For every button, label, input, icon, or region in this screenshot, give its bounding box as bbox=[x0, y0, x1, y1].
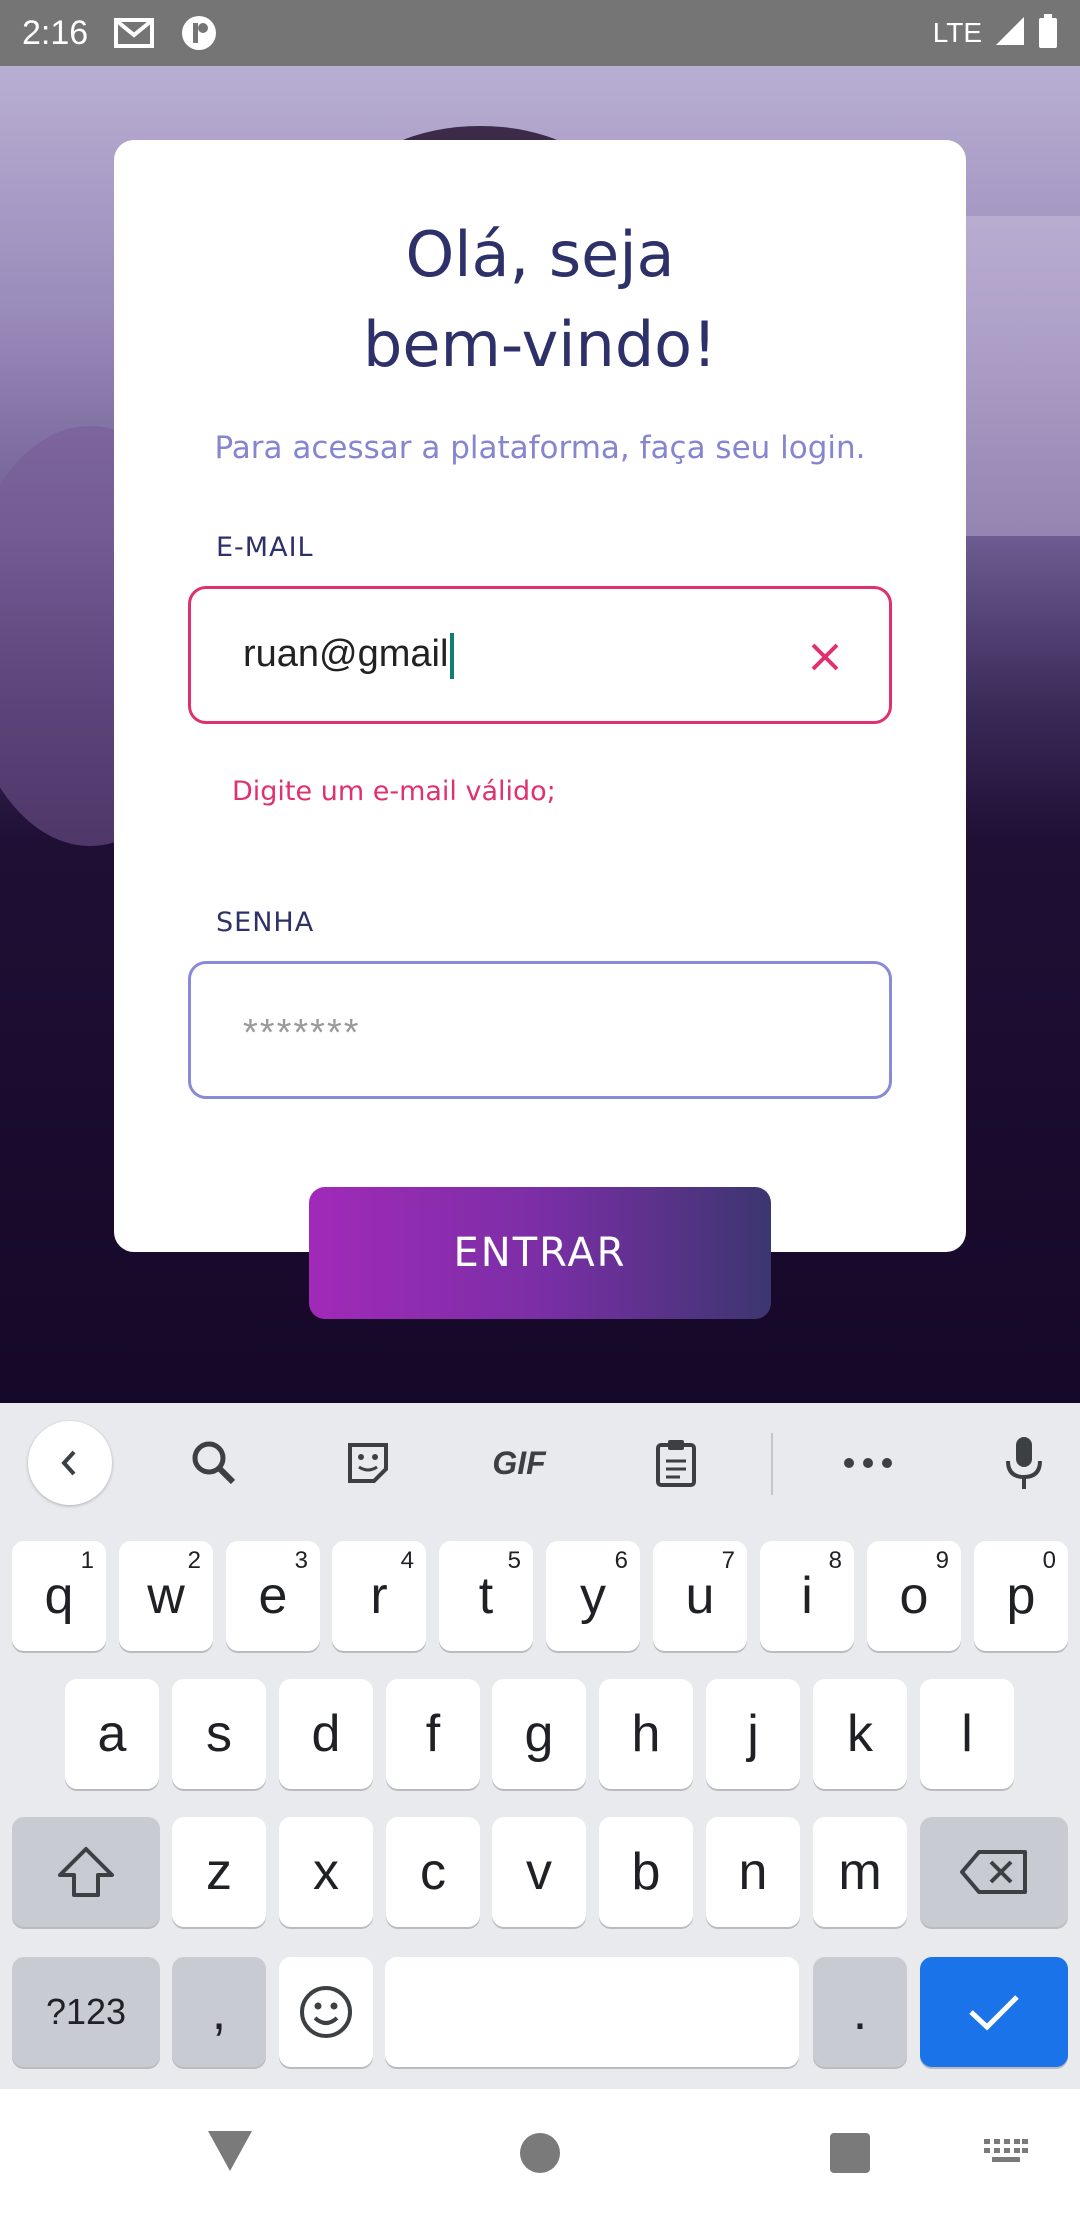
backspace-key[interactable] bbox=[920, 1817, 1068, 1927]
key-c[interactable]: c bbox=[386, 1817, 480, 1927]
title-line-2: bem-vindo! bbox=[363, 308, 717, 381]
more-options-icon[interactable] bbox=[836, 1421, 900, 1505]
key-g[interactable]: g bbox=[492, 1679, 586, 1789]
keyboard-toolbar: GIF bbox=[0, 1403, 1080, 1523]
key-i[interactable]: i8 bbox=[760, 1541, 854, 1651]
sticker-icon[interactable] bbox=[336, 1421, 400, 1505]
gif-button[interactable]: GIF bbox=[482, 1421, 556, 1505]
recents-nav-icon[interactable] bbox=[829, 2132, 871, 2179]
key-b[interactable]: b bbox=[599, 1817, 693, 1927]
shift-icon bbox=[58, 1847, 114, 1897]
shift-key[interactable] bbox=[12, 1817, 160, 1927]
key-x[interactable]: x bbox=[279, 1817, 373, 1927]
key-r[interactable]: r4 bbox=[332, 1541, 426, 1651]
key-a[interactable]: a bbox=[65, 1679, 159, 1789]
toolbar-divider bbox=[771, 1433, 773, 1495]
key-k[interactable]: k bbox=[813, 1679, 907, 1789]
soft-keyboard: GIF q1 w2 e3 r4 t5 y6 u7 i8 o9 p0 a s d … bbox=[0, 1403, 1080, 2089]
key-d[interactable]: d bbox=[279, 1679, 373, 1789]
symbols-key[interactable]: ?123 bbox=[12, 1957, 160, 2067]
emoji-key[interactable] bbox=[279, 1957, 373, 2067]
backspace-icon bbox=[960, 1850, 1027, 1894]
home-nav-icon[interactable] bbox=[519, 2132, 561, 2179]
login-button[interactable]: ENTRAR bbox=[309, 1187, 771, 1319]
login-subtitle: Para acessar a plataforma, faça seu logi… bbox=[214, 430, 866, 466]
password-label: SENHA bbox=[216, 907, 315, 938]
key-e[interactable]: e3 bbox=[226, 1541, 320, 1651]
key-f[interactable]: f bbox=[386, 1679, 480, 1789]
signal-icon bbox=[994, 15, 1026, 52]
text-caret bbox=[450, 633, 455, 679]
key-v[interactable]: v bbox=[492, 1817, 586, 1927]
back-nav-icon[interactable] bbox=[206, 2129, 254, 2178]
emoji-icon bbox=[300, 1986, 352, 2038]
space-bar[interactable] bbox=[385, 1957, 799, 2067]
keyboard-switch-icon[interactable] bbox=[984, 2139, 1028, 2172]
clipboard-icon[interactable] bbox=[644, 1421, 708, 1505]
comma-key[interactable]: , bbox=[172, 1957, 266, 2067]
battery-icon bbox=[1038, 13, 1058, 53]
key-w[interactable]: w2 bbox=[119, 1541, 213, 1651]
network-type: LTE bbox=[932, 17, 982, 48]
gmail-icon bbox=[114, 17, 155, 49]
login-card: Olá, seja bem-vindo! Para acessar a plat… bbox=[114, 140, 966, 1252]
key-m[interactable]: m bbox=[813, 1817, 907, 1927]
status-time: 2:16 bbox=[22, 13, 89, 52]
title-line-1: Olá, seja bbox=[405, 218, 675, 291]
key-o[interactable]: o9 bbox=[867, 1541, 961, 1651]
search-icon[interactable] bbox=[182, 1421, 246, 1505]
done-key[interactable] bbox=[920, 1957, 1068, 2067]
key-u[interactable]: u7 bbox=[653, 1541, 747, 1651]
navigation-bar bbox=[0, 2089, 1080, 2220]
period-key[interactable]: . bbox=[813, 1957, 907, 2067]
status-bar: 2:16 LTE bbox=[0, 0, 1080, 66]
key-h[interactable]: h bbox=[599, 1679, 693, 1789]
email-label: E-MAIL bbox=[216, 532, 314, 563]
key-t[interactable]: t5 bbox=[439, 1541, 533, 1651]
key-y[interactable]: y6 bbox=[546, 1541, 640, 1651]
password-field[interactable]: ******* bbox=[188, 961, 892, 1099]
key-p[interactable]: p0 bbox=[974, 1541, 1068, 1651]
key-q[interactable]: q1 bbox=[12, 1541, 106, 1651]
email-value[interactable]: ruan@gmail bbox=[243, 633, 455, 679]
keyboard-back-button[interactable] bbox=[28, 1421, 112, 1505]
key-z[interactable]: z bbox=[172, 1817, 266, 1927]
key-n[interactable]: n bbox=[706, 1817, 800, 1927]
app-notification-icon bbox=[180, 14, 218, 52]
checkmark-icon bbox=[969, 1995, 1019, 2031]
key-l[interactable]: l bbox=[920, 1679, 1014, 1789]
page-title: Olá, seja bem-vindo! bbox=[114, 210, 966, 390]
email-error-message: Digite um e-mail válido; bbox=[232, 776, 556, 807]
microphone-icon[interactable] bbox=[992, 1421, 1056, 1505]
password-placeholder: ******* bbox=[243, 1012, 361, 1054]
chevron-left-icon bbox=[61, 1450, 76, 1476]
email-field[interactable]: ruan@gmail bbox=[188, 586, 892, 724]
key-j[interactable]: j bbox=[706, 1679, 800, 1789]
clear-email-icon[interactable] bbox=[809, 641, 841, 673]
key-s[interactable]: s bbox=[172, 1679, 266, 1789]
